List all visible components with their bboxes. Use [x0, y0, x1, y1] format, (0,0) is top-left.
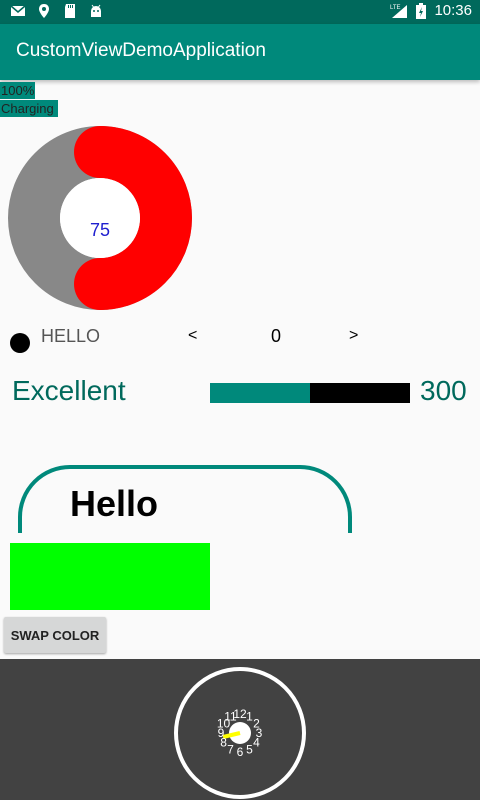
battery-percent-label: 100%	[0, 82, 35, 99]
clock-number: 1	[246, 710, 253, 724]
system-icons: LTE 10:36	[390, 2, 472, 19]
donut-gauge	[8, 126, 192, 310]
rating-bar-fill	[210, 383, 310, 403]
donut-value: 75	[89, 220, 111, 240]
clock-number: 7	[227, 742, 234, 756]
donut-fill-cap	[74, 258, 126, 310]
counter-value: 0	[270, 326, 281, 346]
clock-number: 4	[253, 736, 260, 750]
rating-label: Excellent	[12, 375, 126, 406]
swap-color-button[interactable]: SWAP COLOR	[4, 617, 106, 653]
donut-center	[60, 178, 140, 258]
battery-charging-icon	[416, 2, 427, 19]
hello-label: HELLO	[41, 326, 101, 346]
clock-number: 11	[224, 710, 237, 724]
sd-card-icon	[65, 4, 75, 18]
network-type: LTE	[390, 5, 401, 11]
app-title: CustomViewDemoApplication	[16, 40, 266, 61]
donut-fill-cap	[74, 126, 126, 178]
decrement-button[interactable]: <	[188, 327, 197, 345]
location-icon	[39, 4, 49, 18]
analog-clock: 12 1 234567891011	[174, 667, 306, 799]
status-bar: LTE 10:36	[0, 0, 480, 24]
clock-number: 5	[246, 742, 253, 756]
black-dot	[10, 333, 30, 353]
notification-icons	[10, 3, 104, 19]
battery-status-label: Charging	[0, 100, 58, 117]
increment-button[interactable]: >	[349, 327, 358, 345]
clock-number: 6	[237, 745, 244, 759]
app-bar: CustomViewDemoApplication	[0, 24, 480, 80]
gmail-icon	[10, 5, 26, 16]
color-box	[10, 543, 210, 610]
card-outline	[18, 465, 352, 533]
rating-bar	[210, 383, 410, 403]
rating-value: 300	[420, 375, 467, 406]
android-icon	[91, 4, 101, 17]
clock-time: 10:36	[434, 2, 472, 19]
card-title: Hello	[70, 483, 159, 524]
signal-icon: LTE	[390, 4, 408, 18]
